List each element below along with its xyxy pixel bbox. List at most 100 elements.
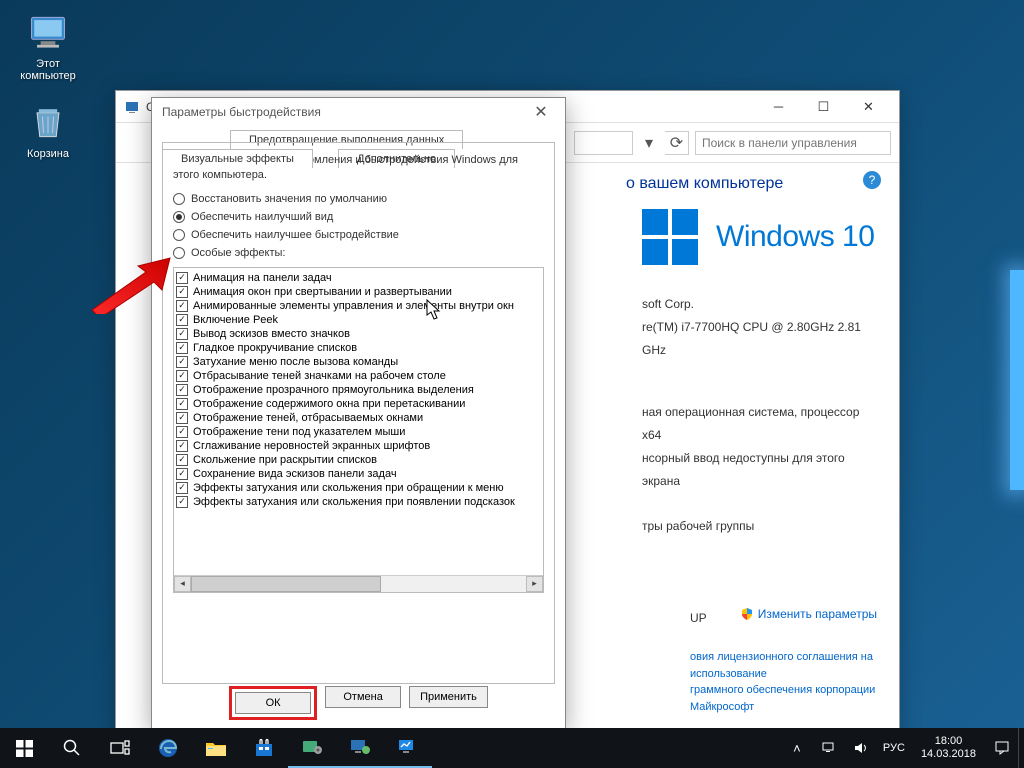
desktop: Этот компьютер Корзина bbox=[10, 10, 86, 178]
effect-label: Эффекты затухания или скольжения при поя… bbox=[193, 496, 515, 508]
effects-checklist[interactable]: ✓Анимация на панели задач✓Анимация окон … bbox=[173, 267, 544, 593]
effect-check-row[interactable]: ✓Анимация окон при свертывании и разверт… bbox=[176, 285, 541, 299]
edge-icon bbox=[157, 737, 179, 759]
effect-check-row[interactable]: ✓ Эффекты затухания или скольжения при по… bbox=[176, 495, 541, 509]
taskbar-app-explorer[interactable] bbox=[192, 728, 240, 768]
windows-logo-icon bbox=[642, 209, 698, 265]
search-icon bbox=[63, 739, 81, 757]
desktop-icon-recycle-bin[interactable]: Корзина bbox=[10, 100, 86, 160]
ok-highlight: ОК bbox=[229, 686, 317, 720]
checkbox-icon: ✓ bbox=[176, 328, 188, 340]
apply-button[interactable]: Применить bbox=[409, 686, 488, 708]
maximize-button[interactable]: ☐ bbox=[801, 92, 846, 122]
effect-check-row[interactable]: ✓Гладкое прокручивание списков bbox=[176, 341, 541, 355]
address-bar[interactable] bbox=[574, 131, 633, 155]
license-link[interactable]: овия лицензионного соглашения на использ… bbox=[690, 649, 899, 715]
tab-visual-effects[interactable]: Визуальные эффекты bbox=[162, 149, 313, 168]
close-button[interactable]: ✕ bbox=[846, 92, 891, 122]
workgroup-value: UP bbox=[690, 611, 707, 625]
tray-clock[interactable]: 18:00 14.03.2018 bbox=[911, 735, 986, 760]
effect-label: Отображение содержимого окна при перетас… bbox=[193, 398, 465, 410]
effect-check-row[interactable]: ✓Отбрасывание теней значками на рабочем … bbox=[176, 369, 541, 383]
effect-check-row[interactable]: ✓Отображение содержимого окна при перета… bbox=[176, 397, 541, 411]
tray-network-icon[interactable] bbox=[813, 728, 845, 768]
tab-panel-visual-effects: Выберите параметры оформления и быстроде… bbox=[162, 142, 555, 684]
checkbox-icon: ✓ bbox=[176, 314, 188, 326]
taskbar-app-system[interactable] bbox=[336, 728, 384, 768]
scroll-right-button[interactable]: ▸ bbox=[526, 576, 543, 592]
desktop-icon-label: Корзина bbox=[10, 148, 86, 160]
checkbox-icon: ✓ bbox=[176, 454, 188, 466]
heading-about-pc: о вашем компьютере bbox=[626, 175, 879, 193]
effect-label: Сохранение вида эскизов панели задач bbox=[193, 468, 397, 480]
horizontal-scrollbar[interactable]: ◂ ▸ bbox=[174, 575, 543, 592]
checkbox-icon: ✓ bbox=[176, 342, 188, 354]
effect-check-row[interactable]: ✓Вывод эскизов вместо значков bbox=[176, 327, 541, 341]
task-view-button[interactable] bbox=[96, 728, 144, 768]
radio-best-performance[interactable]: Обеспечить наилучшее быстродействие bbox=[173, 229, 544, 241]
help-icon[interactable]: ? bbox=[863, 171, 881, 189]
tray-date: 14.03.2018 bbox=[921, 748, 976, 761]
effect-check-row[interactable]: ✓Анимированные элементы управления и эле… bbox=[176, 299, 541, 313]
change-params-link[interactable]: Изменить параметры bbox=[740, 607, 877, 621]
radio-custom[interactable]: Особые эффекты: bbox=[173, 247, 544, 259]
tray-time: 18:00 bbox=[921, 735, 976, 748]
taskbar-app-performance[interactable] bbox=[384, 728, 432, 768]
scroll-track[interactable] bbox=[191, 576, 526, 592]
effect-label: Анимация окон при свертывании и разверты… bbox=[193, 286, 452, 298]
taskbar-app-store[interactable] bbox=[240, 728, 288, 768]
effect-check-row[interactable]: ✓Сохранение вида эскизов панели задач bbox=[176, 467, 541, 481]
checkbox-icon: ✓ bbox=[176, 356, 188, 368]
effect-check-row[interactable]: ✓Скольжение при раскрытии списков bbox=[176, 453, 541, 467]
effect-label: Включение Peek bbox=[193, 314, 278, 326]
search-button[interactable] bbox=[48, 728, 96, 768]
effect-check-row[interactable]: ✓Отображение прозрачного прямоугольника … bbox=[176, 383, 541, 397]
checkbox-icon: ✓ bbox=[176, 412, 188, 424]
checkbox-icon: ✓ bbox=[176, 496, 188, 508]
effect-label: Отображение прозрачного прямоугольника в… bbox=[193, 384, 474, 396]
task-view-icon bbox=[110, 740, 130, 756]
minimize-button[interactable]: ─ bbox=[756, 92, 801, 122]
effect-check-row[interactable]: ✓ Включение Peek bbox=[176, 313, 541, 327]
desktop-icon-this-pc[interactable]: Этот компьютер bbox=[10, 10, 86, 82]
radio-let-windows-choose[interactable]: Восстановить значения по умолчанию bbox=[173, 193, 544, 205]
taskbar-app-edge[interactable] bbox=[144, 728, 192, 768]
control-panel-icon bbox=[301, 737, 323, 757]
checkbox-icon: ✓ bbox=[176, 370, 188, 382]
close-button[interactable]: ✕ bbox=[527, 101, 555, 123]
effect-label: Затухание меню после вызова команды bbox=[193, 356, 398, 368]
effect-check-row[interactable]: ✓Отображение тени под указателем мыши bbox=[176, 425, 541, 439]
folder-icon bbox=[205, 738, 227, 758]
effect-check-row[interactable]: ✓Анимация на панели задач bbox=[176, 271, 541, 285]
refresh-button[interactable]: ⟳ bbox=[665, 131, 689, 155]
perf-titlebar[interactable]: Параметры быстродействия ✕ bbox=[152, 98, 565, 126]
tray-language[interactable]: РУС bbox=[877, 742, 911, 754]
taskbar-app-control-panel[interactable] bbox=[288, 728, 336, 768]
cancel-button[interactable]: Отмена bbox=[325, 686, 401, 708]
desktop-icon-label: Этот компьютер bbox=[10, 58, 86, 82]
dialog-buttons: ОК Отмена Применить bbox=[152, 686, 565, 720]
workgroup-label: тры рабочей группы bbox=[642, 515, 879, 538]
tray-volume-icon[interactable] bbox=[845, 728, 877, 768]
effect-check-row[interactable]: ✓Сглаживание неровностей экранных шрифто… bbox=[176, 439, 541, 453]
effect-label: Анимация на панели задач bbox=[193, 272, 332, 284]
action-center-button[interactable] bbox=[986, 728, 1018, 768]
taskbar: ˄ РУС 18:00 14.03.2018 bbox=[0, 728, 1024, 768]
radio-icon bbox=[173, 229, 185, 241]
pen-touch-value: нсорный ввод недоступны для этого экрана bbox=[642, 447, 879, 493]
effect-check-row[interactable]: ✓ Затухание меню после вызова команды bbox=[176, 355, 541, 369]
effect-check-row[interactable]: ✓Эффекты затухания или скольжения при об… bbox=[176, 481, 541, 495]
scroll-thumb[interactable] bbox=[191, 576, 381, 592]
ok-button[interactable]: ОК bbox=[235, 692, 311, 714]
show-desktop-button[interactable] bbox=[1018, 728, 1024, 768]
address-dropdown-icon[interactable]: ▾ bbox=[639, 133, 659, 153]
radio-best-appearance[interactable]: Обеспечить наилучший вид bbox=[173, 211, 544, 223]
search-input[interactable] bbox=[695, 131, 891, 155]
effect-label: Анимированные элементы управления и элем… bbox=[193, 300, 514, 312]
tray-up-icon[interactable]: ˄ bbox=[781, 728, 813, 768]
perf-title-text: Параметры быстродействия bbox=[162, 105, 321, 119]
scroll-left-button[interactable]: ◂ bbox=[174, 576, 191, 592]
effect-label: Отображение тени под указателем мыши bbox=[193, 426, 405, 438]
start-button[interactable] bbox=[0, 728, 48, 768]
effect-check-row[interactable]: ✓Отображение теней, отбрасываемых окнами bbox=[176, 411, 541, 425]
